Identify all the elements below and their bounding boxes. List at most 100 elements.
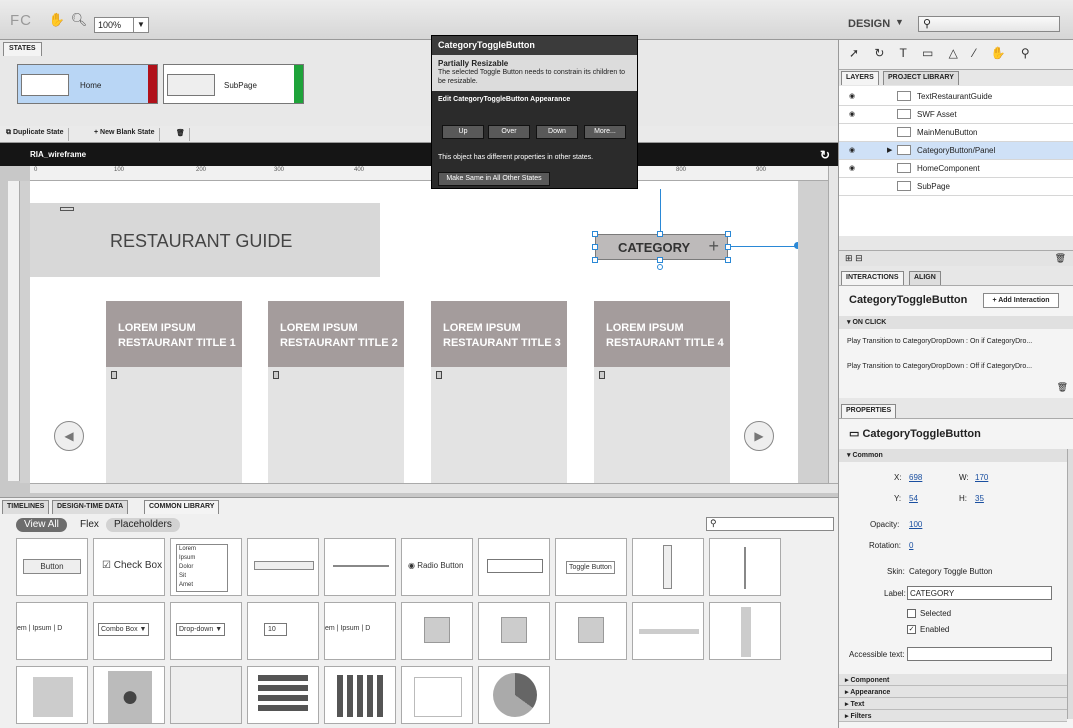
tile-hrule[interactable] <box>632 602 704 660</box>
interaction-item[interactable]: Play Transition to CategoryDropDown : On… <box>847 338 1032 345</box>
refresh-icon[interactable]: ↻ <box>820 148 830 162</box>
tile-toggle-button[interactable]: Toggle Button <box>555 538 627 596</box>
connector-endpoint[interactable] <box>794 242 798 249</box>
eye-icon[interactable]: ◉ <box>849 110 855 118</box>
chevron-down-icon[interactable]: ▼ <box>133 18 148 32</box>
trash-icon[interactable]: 🗑︎ <box>172 128 190 141</box>
properties-scrollbar[interactable] <box>1067 449 1073 719</box>
state-subpage[interactable]: SubPage <box>163 64 304 104</box>
tile-slider-v[interactable] <box>709 538 781 596</box>
horizontal-scrollbar[interactable] <box>30 483 838 493</box>
tile-button-bar[interactable]: em | Ipsum | D <box>324 602 396 660</box>
state-over-button[interactable]: Over <box>488 125 530 139</box>
tab-align[interactable]: ALIGN <box>909 271 941 285</box>
appearance-section[interactable]: ▸ Appearance <box>839 686 1067 698</box>
restaurant-card[interactable]: LOREM IPSUM RESTAURANT TITLE 3 <box>431 301 567 485</box>
state-down-button[interactable]: Down <box>536 125 578 139</box>
text-section[interactable]: ▸ Text <box>839 698 1067 710</box>
resize-handle[interactable] <box>657 257 663 263</box>
make-same-button[interactable]: Make Same in All Other States <box>438 172 550 186</box>
eye-icon[interactable]: ◉ <box>849 92 855 100</box>
workspace-label[interactable]: DESIGN <box>848 18 890 30</box>
tile-dropdown[interactable]: Drop-down ▼ <box>170 602 242 660</box>
tab-design-time-data[interactable]: DESIGN-TIME DATA <box>52 500 129 514</box>
tile-button[interactable]: Button <box>16 538 88 596</box>
prev-arrow-button[interactable]: ◀ <box>54 421 84 451</box>
eye-icon[interactable]: ◉ <box>849 164 855 172</box>
state-home[interactable]: Home <box>17 64 158 104</box>
resize-handle[interactable] <box>725 231 731 237</box>
interaction-item[interactable]: Play Transition to CategoryDropDown : Of… <box>847 363 1032 370</box>
trash-icon[interactable]: 🗑︎ <box>1057 382 1068 393</box>
next-arrow-button[interactable]: ▶ <box>744 421 774 451</box>
tile-list[interactable]: Lorem Ipsum Dolor Sit Amet <box>170 538 242 596</box>
tile-pie-chart[interactable] <box>478 666 550 724</box>
eye-icon[interactable]: ◉ <box>849 146 855 154</box>
swf-asset-icon[interactable] <box>60 207 74 211</box>
tile-numeric-stepper[interactable]: 10 <box>247 602 319 660</box>
label-input[interactable]: CATEGORY <box>907 586 1052 600</box>
tile-radio-button[interactable]: ◉ Radio Button <box>401 538 473 596</box>
tab-project-library[interactable]: PROJECT LIBRARY <box>883 71 959 85</box>
tile-slider[interactable] <box>324 538 396 596</box>
chevron-down-icon[interactable]: ▼ <box>895 17 904 27</box>
tab-properties[interactable]: PROPERTIES <box>841 404 897 418</box>
tile-scrollbar-v[interactable] <box>632 538 704 596</box>
filter-view-all[interactable]: View All <box>16 518 67 532</box>
resize-handle[interactable] <box>592 244 598 250</box>
library-search-input[interactable]: ⚲ <box>706 517 834 531</box>
duplicate-state-button[interactable]: ⧉ Duplicate State <box>2 128 69 141</box>
enabled-checkbox[interactable]: ✓ Enabled <box>907 625 949 635</box>
y-value[interactable]: 54 <box>909 494 918 503</box>
state-more-button[interactable]: More... <box>584 125 626 139</box>
tile-video[interactable] <box>478 602 550 660</box>
restaurant-card[interactable]: LOREM IPSUM RESTAURANT TITLE 4 <box>594 301 730 485</box>
add-interaction-button[interactable]: + Add Interaction <box>983 293 1059 308</box>
common-section[interactable]: ▾ Common <box>839 449 1067 462</box>
tile-map-placeholder[interactable] <box>170 666 242 724</box>
tile-checkbox[interactable]: ☑ Check Box <box>93 538 165 596</box>
restaurant-card[interactable]: LOREM IPSUM RESTAURANT TITLE 1 <box>106 301 242 485</box>
on-click-section[interactable]: ▾ ON CLICK <box>839 316 1073 329</box>
tab-states[interactable]: STATES <box>3 42 42 56</box>
tab-common-library[interactable]: COMMON LIBRARY <box>144 500 220 514</box>
header-title[interactable]: RESTAURANT GUIDE <box>110 231 292 252</box>
filter-flex[interactable]: Flex <box>72 518 107 532</box>
tile-vrule[interactable] <box>709 602 781 660</box>
tile-placeholder-box[interactable] <box>16 666 88 724</box>
selected-checkbox[interactable]: Selected <box>907 609 951 619</box>
tools-toolbar[interactable]: ➚ ↻ T ▭ △ ⁄ ✋ ⚲ <box>839 40 1073 70</box>
zoom-tool-icon[interactable]: 🔍︎ <box>70 11 88 29</box>
layer-row[interactable]: SubPage <box>839 178 1073 196</box>
state-up-button[interactable]: Up <box>442 125 484 139</box>
tile-swf[interactable] <box>555 602 627 660</box>
tab-layers[interactable]: LAYERS <box>841 71 879 85</box>
tile-text-input[interactable] <box>478 538 550 596</box>
tile-person-placeholder[interactable]: ● <box>93 666 165 724</box>
x-value[interactable]: 698 <box>909 473 922 482</box>
tile-tabbar[interactable]: em | Ipsum | D <box>16 602 88 660</box>
resize-handle[interactable] <box>725 244 731 250</box>
layer-row[interactable]: ◉ HomeComponent <box>839 160 1073 178</box>
accessible-text-input[interactable] <box>907 647 1052 661</box>
skin-value[interactable]: Category Toggle Button <box>909 567 992 576</box>
opacity-value[interactable]: 100 <box>909 520 922 529</box>
tile-line-chart[interactable] <box>401 666 473 724</box>
layer-row[interactable]: MainMenuButton <box>839 124 1073 142</box>
new-blank-state-button[interactable]: + New Blank State <box>90 128 160 141</box>
resize-handle[interactable] <box>592 231 598 237</box>
layer-row-selected[interactable]: ◉ ▶ CategoryButton/Panel <box>839 142 1073 160</box>
tab-timelines[interactable]: TIMELINES <box>2 500 50 514</box>
layer-row[interactable]: ◉ SWF Asset <box>839 106 1073 124</box>
trash-icon[interactable]: 🗑︎ <box>1055 253 1066 264</box>
resize-handle[interactable] <box>725 257 731 263</box>
tile-column-chart[interactable] <box>324 666 396 724</box>
tile-scrollbar-h[interactable] <box>247 538 319 596</box>
tile-bar-chart-h[interactable] <box>247 666 319 724</box>
w-value[interactable]: 170 <box>975 473 988 482</box>
component-section[interactable]: ▸ Component <box>839 674 1067 686</box>
filters-section[interactable]: ▸ Filters <box>839 710 1067 722</box>
tile-combo-box[interactable]: Combo Box ▼ <box>93 602 165 660</box>
new-folder-icon[interactable]: ⊟ <box>855 253 863 263</box>
add-layer-icon[interactable]: ⊞ <box>845 253 853 263</box>
